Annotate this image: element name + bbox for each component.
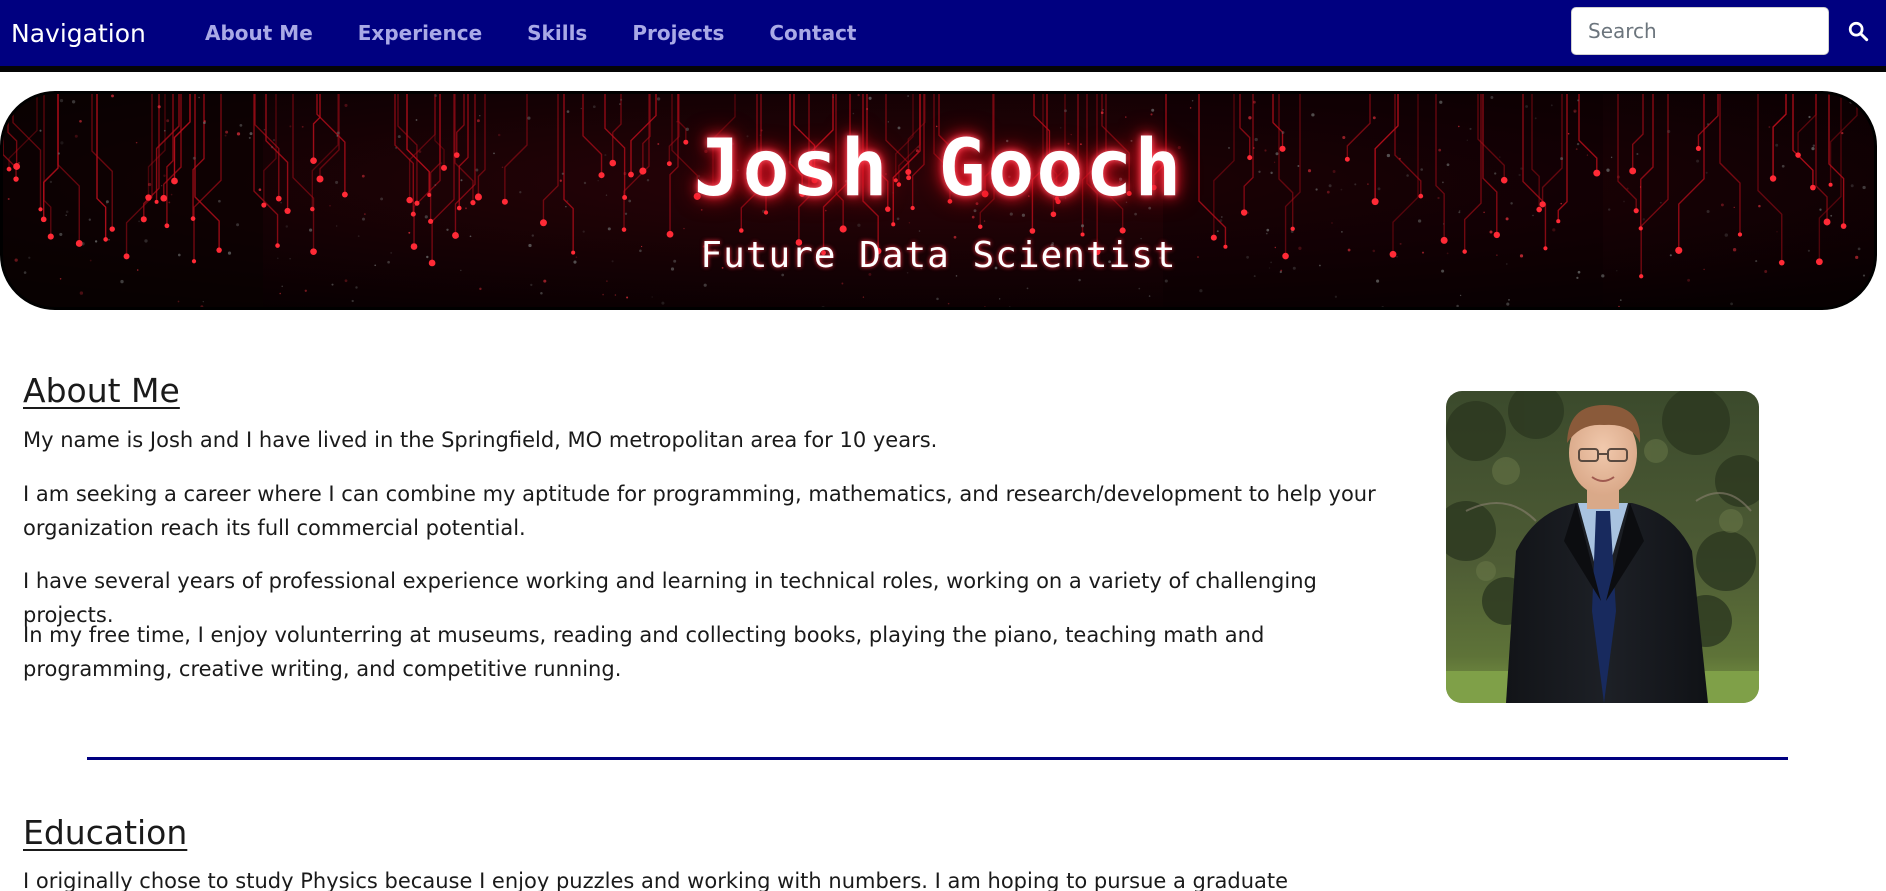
about-paragraph-1: My name is Josh and I have lived in the … <box>23 428 938 452</box>
nav-link-projects[interactable]: Projects <box>632 20 724 46</box>
hero-title: Josh Gooch <box>693 124 1184 214</box>
nav-link-contact[interactable]: Contact <box>769 20 856 46</box>
nav-link-skills[interactable]: Skills <box>527 20 587 46</box>
education-paragraph: I originally chose to study Physics beca… <box>23 869 1289 891</box>
about-paragraph-2: I am seeking a career where I can combin… <box>23 482 1376 540</box>
hero-banner: Josh Gooch Future Data Scientist <box>0 91 1877 310</box>
about-me-heading: About Me <box>23 371 180 410</box>
hero-subtitle: Future Data Scientist <box>700 235 1177 276</box>
education-heading: Education <box>23 813 188 852</box>
profile-photo <box>1446 391 1759 703</box>
navbar: Navigation About Me Experience Skills Pr… <box>0 0 1886 72</box>
search-input[interactable] <box>1571 7 1829 55</box>
nav-links: About Me Experience Skills Projects Cont… <box>205 20 902 46</box>
nav-link-about-me[interactable]: About Me <box>205 20 313 46</box>
page: Navigation About Me Experience Skills Pr… <box>0 0 1886 891</box>
search-button[interactable] <box>1843 16 1873 46</box>
about-paragraph-4: In my free time, I enjoy volunterring at… <box>23 623 1265 681</box>
nav-link-experience[interactable]: Experience <box>358 20 482 46</box>
section-divider <box>87 757 1788 760</box>
search-icon <box>1848 21 1869 42</box>
brand-link[interactable]: Navigation <box>11 19 146 49</box>
